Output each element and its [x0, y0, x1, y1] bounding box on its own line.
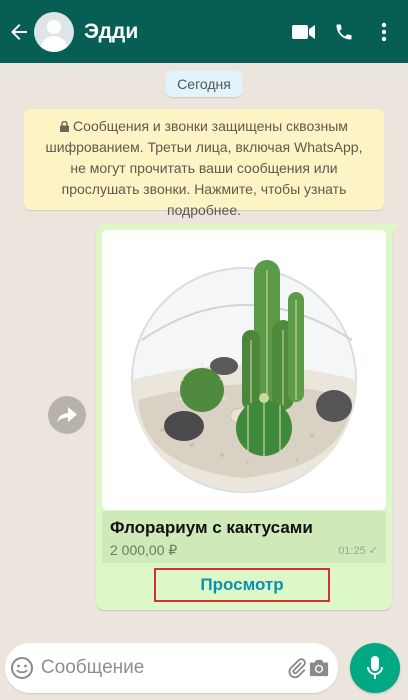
chat-header: Эдди: [0, 0, 408, 63]
emoji-icon[interactable]: [9, 648, 35, 688]
encryption-notice-text: Сообщения и звонки защищены сквозным шиф…: [45, 118, 363, 218]
date-label: Сегодня: [165, 71, 243, 97]
phone-icon[interactable]: [324, 12, 364, 52]
product-message-bubble[interactable]: Флорариум с кактусами 2 000,00 ₽ 01:25 ✓…: [96, 224, 400, 610]
back-arrow-icon[interactable]: [4, 17, 34, 47]
message-input[interactable]: [34, 657, 286, 679]
product-image[interactable]: [102, 230, 386, 510]
forward-icon[interactable]: [48, 396, 86, 434]
lock-icon: [60, 117, 70, 132]
attach-icon[interactable]: [286, 648, 308, 688]
chat-area: Сегодня Сообщения и звонки защищены скво…: [0, 63, 408, 637]
camera-icon[interactable]: [308, 648, 330, 688]
more-icon[interactable]: [364, 12, 404, 52]
mic-icon[interactable]: [350, 643, 400, 693]
contact-name[interactable]: Эдди: [84, 20, 284, 44]
video-call-icon[interactable]: [284, 12, 324, 52]
message-time: 01:25 ✓: [338, 545, 378, 557]
product-price: 2 000,00 ₽: [110, 542, 178, 558]
composer: [5, 643, 338, 693]
product-info: Флорариум с кактусами 2 000,00 ₽ 01:25 ✓: [102, 511, 386, 563]
avatar[interactable]: [34, 11, 74, 52]
view-product-button[interactable]: Просмотр: [154, 568, 330, 602]
encryption-notice[interactable]: Сообщения и звонки защищены сквозным шиф…: [24, 109, 384, 218]
product-title: Флорариум с кактусами: [110, 518, 313, 537]
